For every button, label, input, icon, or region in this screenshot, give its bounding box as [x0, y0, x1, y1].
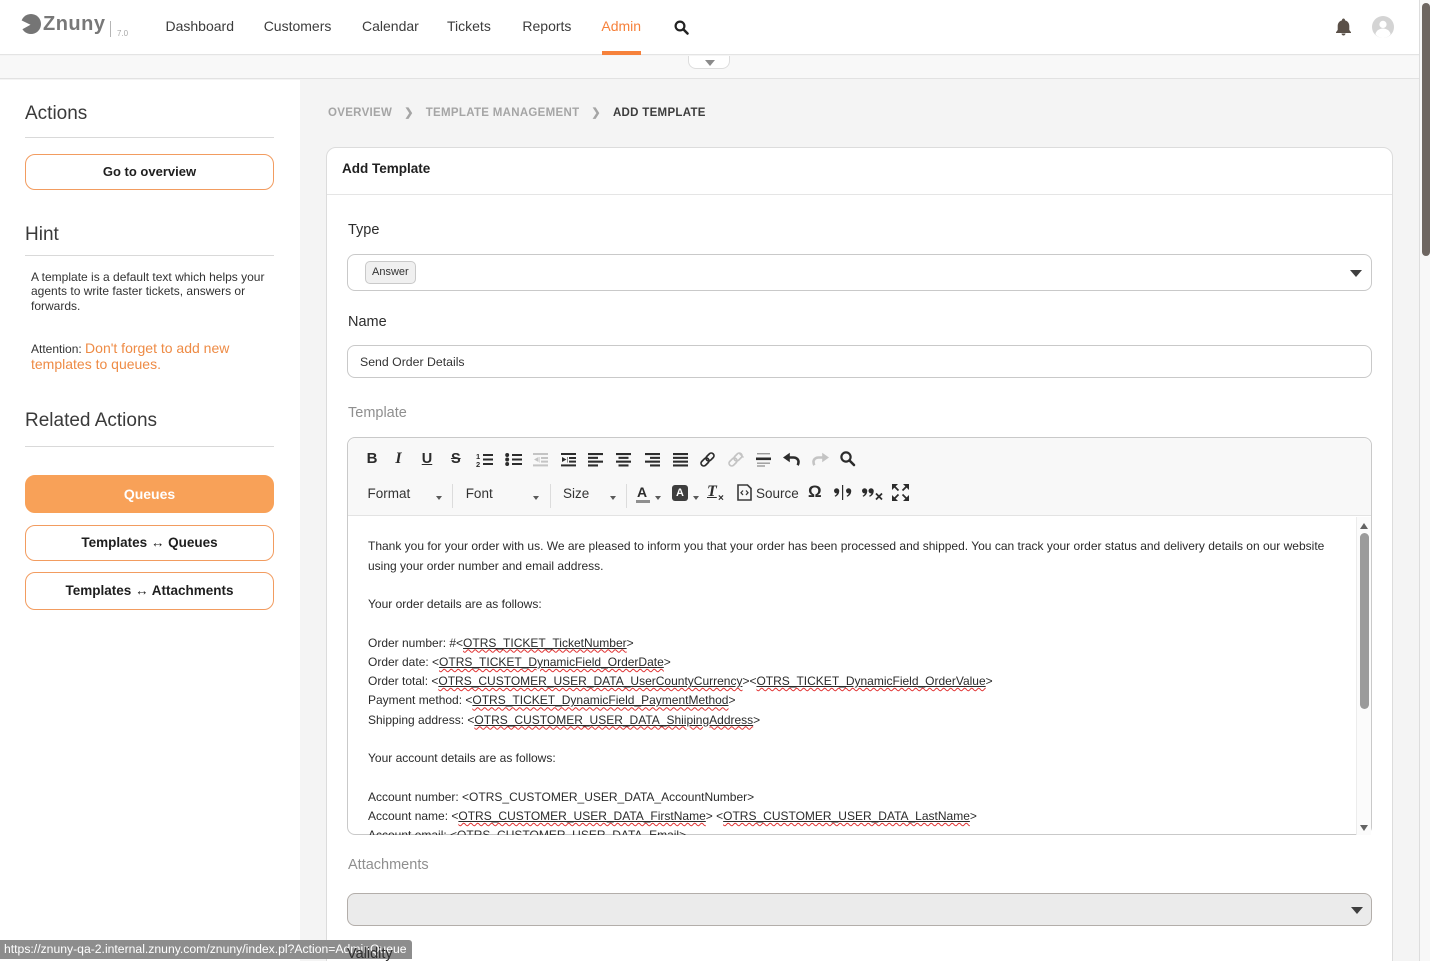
- svg-text:2: 2: [476, 460, 480, 467]
